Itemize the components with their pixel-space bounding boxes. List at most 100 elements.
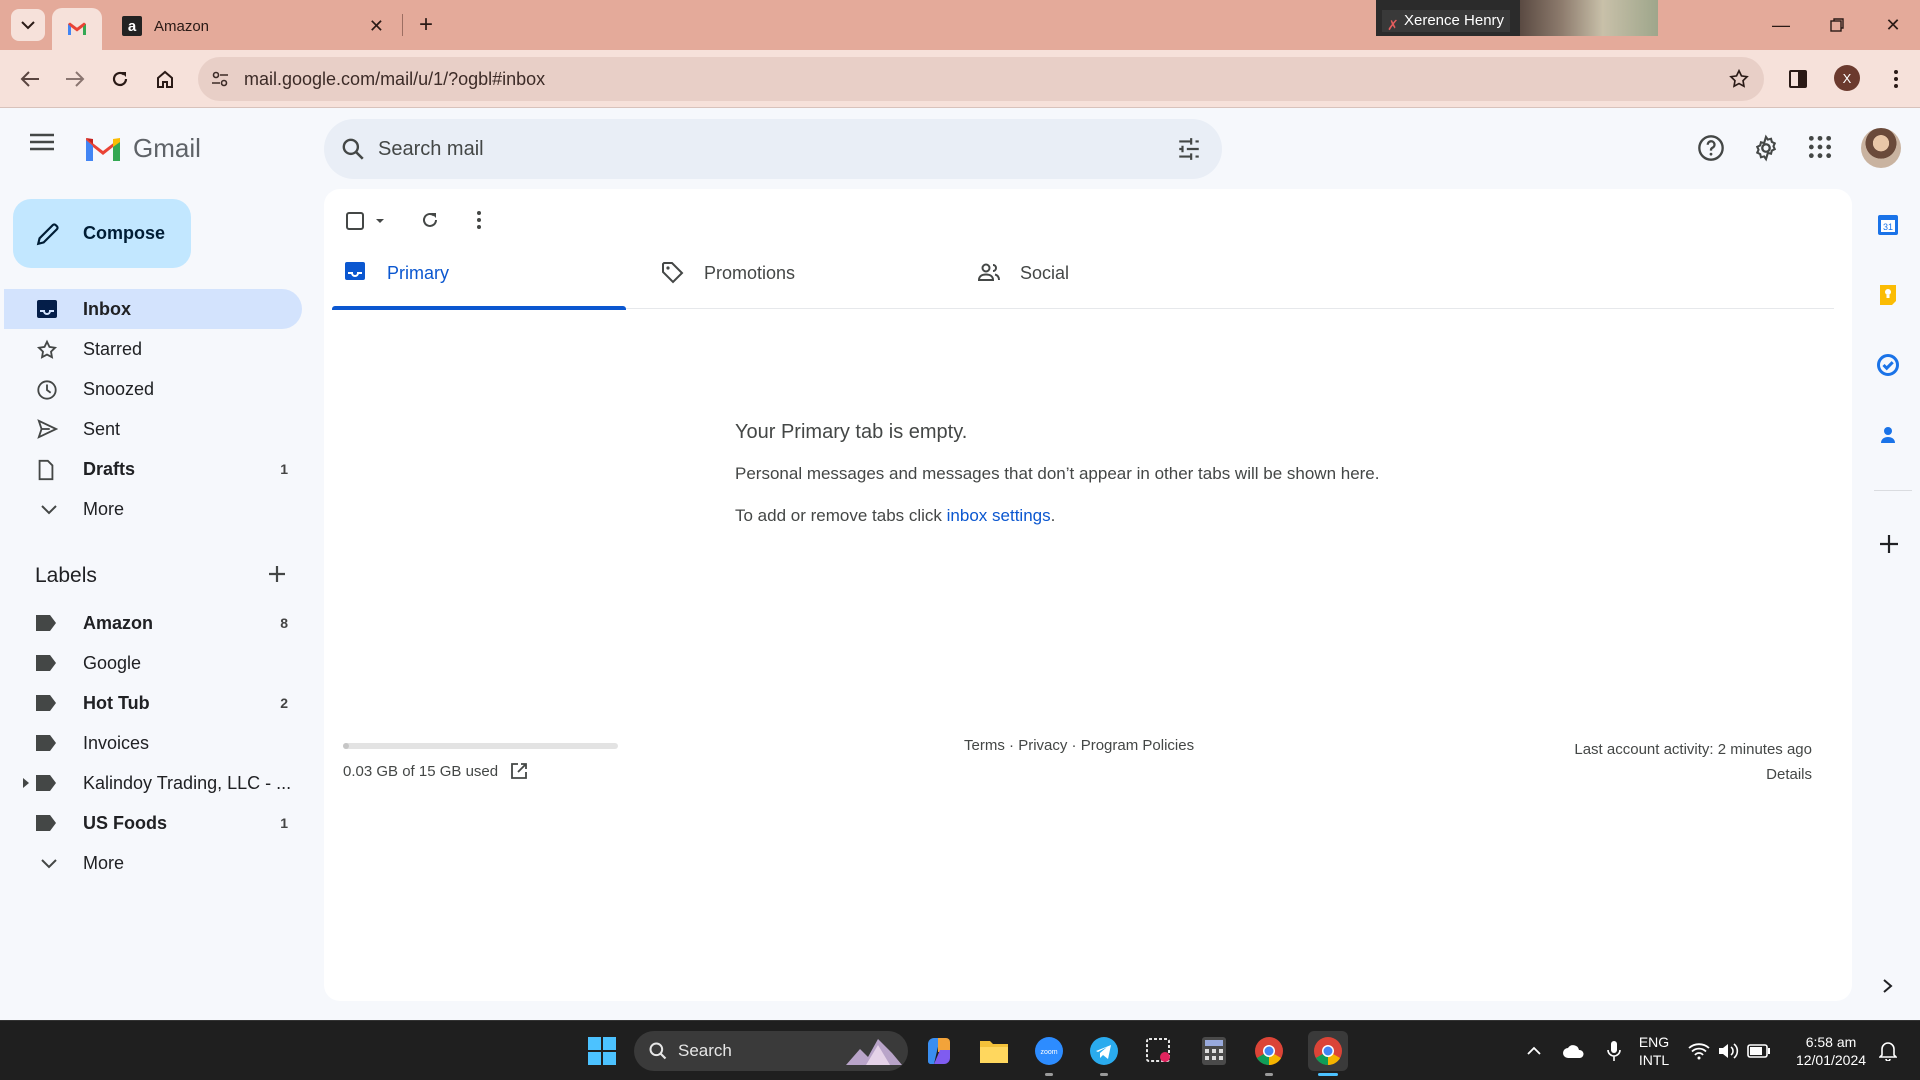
- tab-social[interactable]: Social: [965, 237, 1259, 309]
- contacts-app-button[interactable]: [1876, 423, 1900, 447]
- volume-tray[interactable]: [1713, 1035, 1745, 1067]
- address-bar[interactable]: mail.google.com/mail/u/1/?ogbl#inbox: [198, 57, 1764, 101]
- search-input[interactable]: [378, 134, 1138, 164]
- terms-link[interactable]: Terms: [964, 737, 1005, 754]
- chevron-up-icon: [1527, 1046, 1541, 1055]
- forward-button[interactable]: [59, 64, 91, 94]
- open-external-icon[interactable]: [510, 762, 528, 780]
- close-window-button[interactable]: ✕: [1870, 10, 1916, 40]
- wifi-tray[interactable]: [1683, 1035, 1715, 1067]
- show-hidden-icons-button[interactable]: [1518, 1035, 1550, 1067]
- search-highlight-icon: [846, 1039, 902, 1065]
- search-bar[interactable]: [324, 119, 1222, 179]
- get-addons-button[interactable]: [1879, 534, 1899, 554]
- google-apps-button[interactable]: [1807, 134, 1833, 160]
- activity-details-link[interactable]: Details: [1574, 762, 1812, 787]
- compose-button[interactable]: Compose: [13, 199, 191, 268]
- main-menu-button[interactable]: [30, 133, 54, 151]
- input-language[interactable]: ENG INTL: [1634, 1033, 1674, 1069]
- label-item-us-foods[interactable]: US Foods 1: [4, 803, 302, 843]
- gmail-logo-icon: [86, 137, 120, 161]
- inbox-icon: [37, 300, 57, 318]
- chevron-down-icon: [41, 505, 57, 515]
- snipping-tool-app[interactable]: [1143, 1035, 1175, 1067]
- chrome-app-active[interactable]: [1308, 1031, 1348, 1071]
- new-tab-button[interactable]: +: [412, 10, 440, 40]
- snipping-tool-icon: [1146, 1038, 1170, 1062]
- contacts-icon: [1881, 427, 1895, 443]
- inbox-category-tabs: Primary Promotions Social: [332, 237, 1834, 310]
- telegram-app[interactable]: [1088, 1035, 1120, 1067]
- sidebar-item-label: More: [83, 498, 125, 519]
- expand-caret-icon[interactable]: [22, 778, 30, 788]
- site-info-icon[interactable]: [210, 69, 230, 89]
- file-explorer-app[interactable]: [978, 1035, 1010, 1067]
- close-tab-icon[interactable]: ✕: [369, 16, 384, 37]
- tab-amazon[interactable]: a Amazon ✕: [108, 8, 398, 44]
- reload-button[interactable]: [104, 64, 136, 94]
- privacy-link[interactable]: Privacy: [1018, 737, 1067, 754]
- sidebar-item-snoozed[interactable]: Snoozed: [4, 369, 302, 409]
- start-button[interactable]: [586, 1035, 618, 1067]
- tab-promotions[interactable]: Promotions: [649, 237, 943, 309]
- settings-button[interactable]: [1752, 134, 1780, 162]
- refresh-button[interactable]: [420, 210, 440, 230]
- tab-search-button[interactable]: [11, 9, 45, 41]
- browser-menu-button[interactable]: [1880, 64, 1912, 94]
- taskbar-search[interactable]: Search: [634, 1031, 908, 1071]
- label-item-google[interactable]: Google: [4, 643, 302, 683]
- more-options-button[interactable]: [476, 210, 482, 230]
- gmail-logo[interactable]: Gmail: [83, 133, 201, 164]
- chrome-icon: [1314, 1037, 1342, 1065]
- gmail-icon: [68, 22, 86, 35]
- notifications-button[interactable]: [1872, 1035, 1904, 1067]
- chevron-down-icon: [41, 859, 57, 869]
- tab-gmail[interactable]: [52, 8, 102, 50]
- home-button[interactable]: [149, 64, 181, 94]
- url-text[interactable]: mail.google.com/mail/u/1/?ogbl#inbox: [244, 69, 545, 90]
- label-item-amazon[interactable]: Amazon 8: [4, 603, 302, 643]
- sidebar-item-drafts[interactable]: Drafts 1: [4, 449, 302, 489]
- support-button[interactable]: [1697, 134, 1725, 162]
- calendar-app-button[interactable]: 31: [1876, 213, 1900, 237]
- sidebar-item-starred[interactable]: Starred: [4, 329, 302, 369]
- sidebar-more-button[interactable]: More: [4, 489, 302, 529]
- sidebar-item-sent[interactable]: Sent: [4, 409, 302, 449]
- meet-video-preview[interactable]: ✗ Xerence Henry: [1376, 0, 1658, 36]
- side-panel-button[interactable]: [1782, 64, 1814, 94]
- keep-app-button[interactable]: [1876, 283, 1900, 307]
- copilot-preview-app[interactable]: [923, 1035, 955, 1067]
- onedrive-tray[interactable]: [1558, 1035, 1590, 1067]
- search-options-icon[interactable]: [1176, 136, 1202, 162]
- label-item-kalindoy-trading[interactable]: Kalindoy Trading, LLC - ...: [4, 763, 302, 803]
- program-policies-link[interactable]: Program Policies: [1081, 737, 1194, 754]
- tab-primary[interactable]: Primary: [332, 237, 626, 310]
- bookmark-star-icon[interactable]: [1728, 68, 1750, 90]
- microphone-tray[interactable]: [1598, 1035, 1630, 1067]
- select-all-checkbox[interactable]: [345, 210, 389, 232]
- zoom-app[interactable]: zoom: [1033, 1035, 1065, 1067]
- clock[interactable]: 6:58 am 12/01/2024: [1786, 1033, 1876, 1069]
- browser-profile-avatar[interactable]: X: [1834, 65, 1860, 91]
- account-avatar[interactable]: [1861, 128, 1901, 168]
- sidebar-item-inbox[interactable]: Inbox: [4, 289, 302, 329]
- hide-side-panel-button[interactable]: [1882, 978, 1894, 994]
- minimize-button[interactable]: —: [1758, 10, 1804, 40]
- back-button[interactable]: [14, 64, 46, 94]
- label-item-invoices[interactable]: Invoices: [4, 723, 302, 763]
- gmail-wordmark: Gmail: [133, 133, 201, 163]
- label-icon: [36, 815, 56, 831]
- sidebar-item-label: Snoozed: [83, 378, 155, 399]
- tasks-app-button[interactable]: [1876, 353, 1900, 377]
- running-indicator: [1318, 1073, 1338, 1076]
- search-icon[interactable]: [340, 136, 366, 162]
- chrome-app[interactable]: [1253, 1035, 1285, 1067]
- inbox-settings-link[interactable]: inbox settings: [947, 506, 1051, 525]
- create-label-button[interactable]: [268, 565, 286, 583]
- label-item-hot-tub[interactable]: Hot Tub 2: [4, 683, 302, 723]
- labels-more-button[interactable]: More: [4, 843, 302, 883]
- battery-tray[interactable]: [1743, 1035, 1775, 1067]
- calculator-app[interactable]: [1198, 1035, 1230, 1067]
- label-name: Google: [83, 652, 142, 673]
- restore-button[interactable]: [1814, 10, 1860, 40]
